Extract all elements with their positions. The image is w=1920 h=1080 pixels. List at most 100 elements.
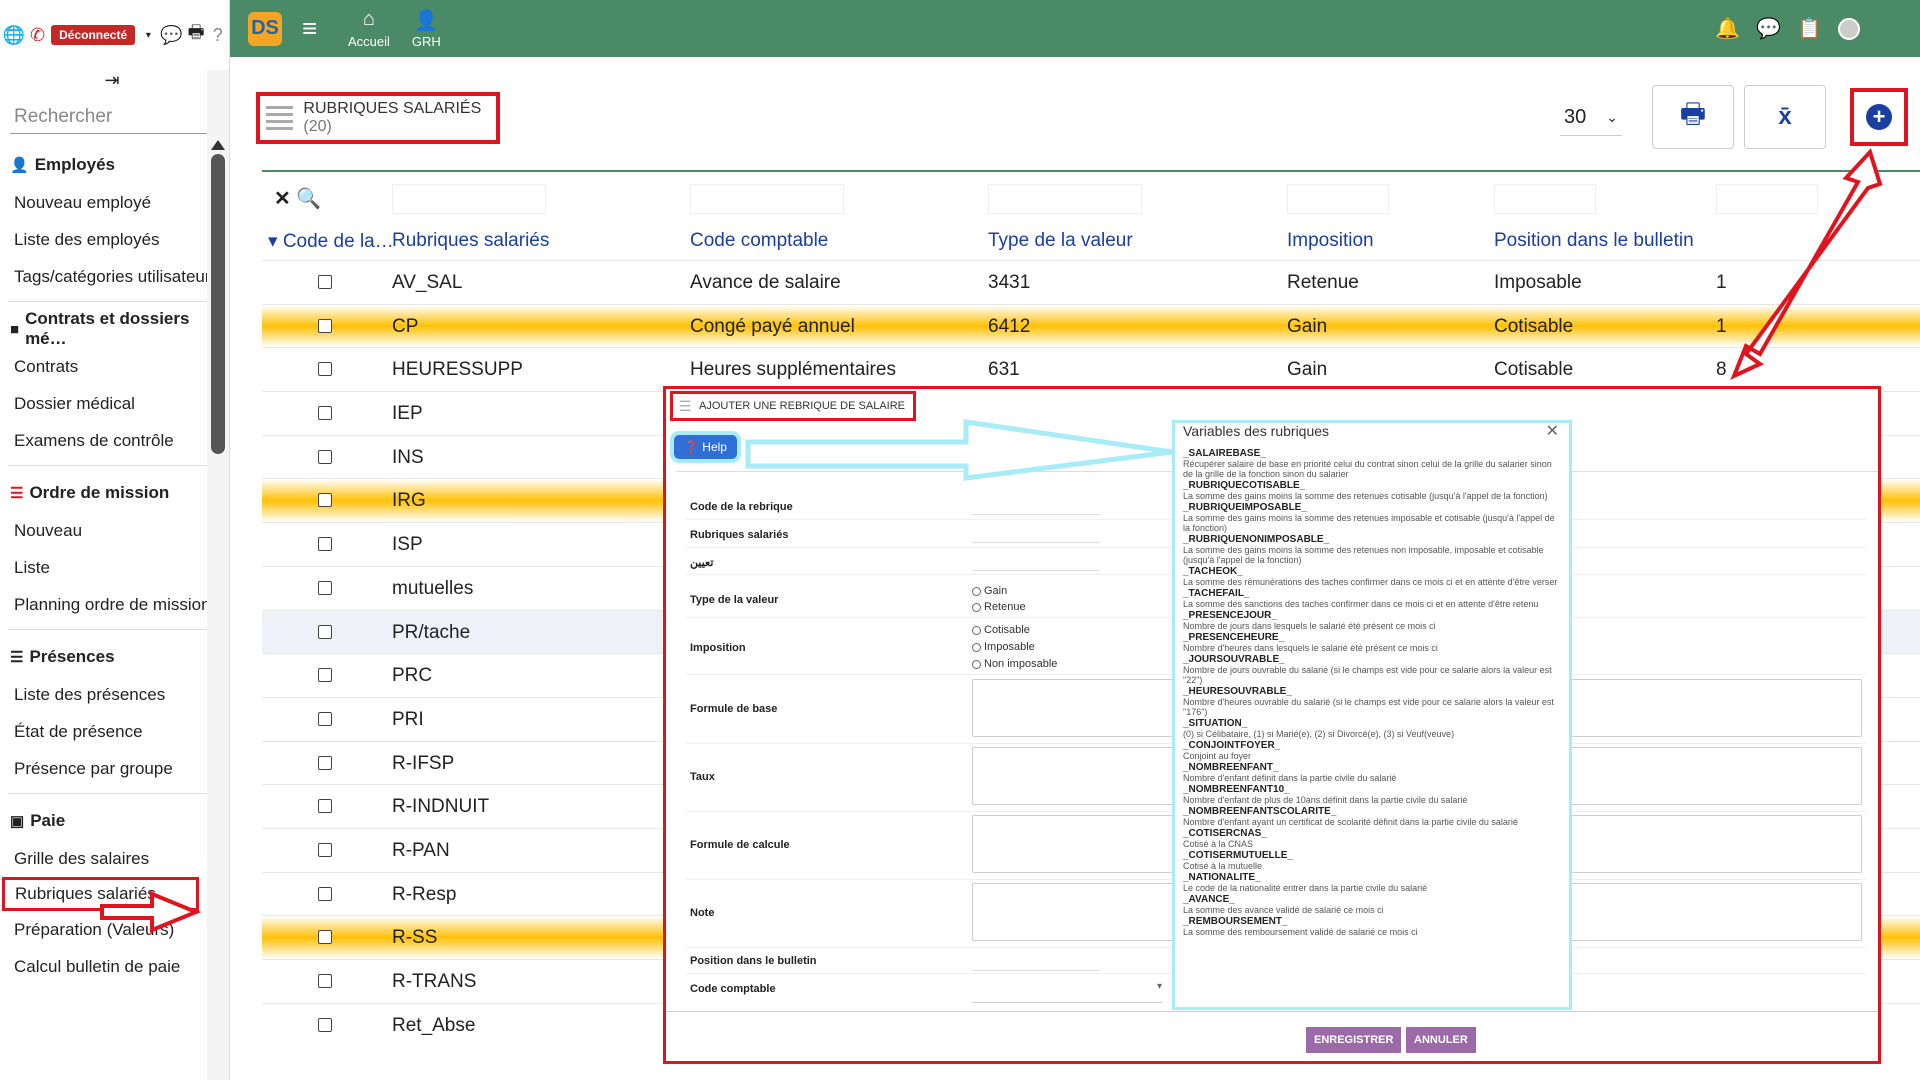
sidebar-section[interactable]: ■ Contrats et dossiers mé… (0, 308, 229, 348)
radio-non-imposable[interactable]: Non imposable (972, 658, 1057, 670)
filter-type-input[interactable] (988, 184, 1142, 214)
rubrique-input[interactable] (972, 519, 1100, 543)
sidebar-item[interactable]: Nouveau employé (0, 184, 229, 221)
filter-extra-input[interactable] (1716, 184, 1818, 214)
close-icon[interactable]: ✕ (1546, 423, 1559, 441)
radio-cotisable[interactable]: Cotisable (972, 624, 1030, 636)
sidebar-item[interactable]: Liste (0, 549, 229, 586)
code-comptable-select[interactable]: ▾ (972, 981, 1162, 1003)
whatsapp-icon[interactable]: ✆ (30, 25, 45, 45)
help-icon[interactable]: ? (211, 25, 225, 45)
filter-imposition-input[interactable] (1287, 184, 1389, 214)
col-type[interactable]: Type de la valeur (988, 230, 1133, 252)
row-checkbox[interactable] (318, 711, 332, 726)
status-badge[interactable]: Déconnecté (51, 25, 136, 45)
search-select[interactable]: Rechercher ▼ (10, 100, 221, 134)
variable-name[interactable]: _NOMBREENFANT_ (1183, 763, 1561, 773)
variable-name[interactable]: _AVANCE_ (1183, 895, 1561, 905)
col-code[interactable]: ▾ Code de la… (268, 230, 394, 253)
save-button[interactable]: ENREGISTRER (1306, 1027, 1402, 1053)
variable-name[interactable]: _COTISERMUTUELLE_ (1183, 851, 1561, 861)
chat-icon[interactable]: 💬 (1756, 16, 1781, 41)
variable-name[interactable]: _COTISERCNAS_ (1183, 829, 1561, 839)
print-icon[interactable]: 🖶 (188, 22, 205, 45)
sidebar-item[interactable]: Examens de contrôle (0, 422, 229, 459)
col-imposition[interactable]: Imposition (1287, 230, 1374, 252)
sidebar-section[interactable]: ☰ Ordre de mission (0, 472, 229, 512)
menu-toggle-icon[interactable]: ≡ (302, 13, 326, 44)
variable-name[interactable]: _RUBRIQUENONIMPOSABLE_ (1183, 535, 1561, 545)
col-position[interactable]: Position dans le bulletin (1494, 230, 1694, 252)
table-row[interactable]: HEURESSUPP Heures supplémentaires 631 Gain C… (262, 347, 1920, 391)
variable-name[interactable]: _JOURSOUVRABLE_ (1183, 655, 1561, 665)
nav-grh[interactable]: 👤 GRH (412, 8, 441, 49)
row-checkbox[interactable] (318, 580, 332, 595)
clear-search-icon[interactable]: ✕ 🔍 (274, 186, 321, 211)
col-rubrique[interactable]: Rubriques salariés (392, 230, 549, 252)
sidebar-scrollbar[interactable] (207, 70, 229, 1080)
filter-rubrique-input[interactable] (392, 184, 546, 214)
sidebar-item[interactable]: Calcul bulletin de paie (0, 948, 229, 985)
sidebar-item[interactable]: Grille des salaires (0, 840, 229, 877)
bell-icon[interactable]: 🔔 (1715, 16, 1740, 41)
variable-name[interactable]: _RUBRIQUECOTISABLE_ (1183, 481, 1561, 491)
sidebar-item[interactable]: Présence par groupe (0, 750, 229, 787)
radio-retenue[interactable]: Retenue (972, 601, 1026, 613)
sidebar-item[interactable]: Planning ordre de mission (0, 586, 229, 623)
row-checkbox[interactable] (318, 275, 332, 289)
position-input[interactable] (972, 947, 1100, 971)
table-row[interactable]: CP Congé payé annuel 6412 Gain Cotisable 1 (262, 303, 1920, 348)
chevron-down-icon[interactable]: ▾ (141, 25, 155, 45)
sidebar-item[interactable]: État de présence (0, 713, 229, 750)
variable-name[interactable]: _SALAIREBASE_ (1183, 449, 1561, 459)
variable-name[interactable]: _NOMBREENFANTSCOLARITE_ (1183, 807, 1561, 817)
arabic-input[interactable] (972, 547, 1100, 571)
col-compte[interactable]: Code comptable (690, 230, 828, 252)
variable-name[interactable]: _REMBOURSEMENT_ (1183, 917, 1561, 927)
row-checkbox[interactable] (318, 537, 332, 552)
radio-gain[interactable]: Gain (972, 585, 1007, 597)
sidebar-item[interactable]: Liste des employés (0, 221, 229, 258)
row-checkbox[interactable] (318, 668, 332, 683)
export-excel-button[interactable]: x̄ (1744, 85, 1826, 149)
cancel-button[interactable]: ANNULER (1406, 1027, 1476, 1053)
sidebar-item[interactable]: Dossier médical (0, 385, 229, 422)
filter-position-input[interactable] (1494, 184, 1596, 214)
row-checkbox[interactable] (318, 930, 332, 945)
variable-name[interactable]: _HEURESOUVRABLE_ (1183, 687, 1561, 697)
scrollbar-thumb[interactable] (211, 154, 225, 454)
app-logo[interactable]: DS (248, 11, 282, 46)
row-checkbox[interactable] (318, 624, 332, 639)
sidebar-item[interactable]: Tags/catégories utilisateurs (0, 258, 229, 295)
row-checkbox[interactable] (318, 974, 332, 988)
row-checkbox[interactable] (318, 842, 332, 857)
nav-accueil[interactable]: ⌂ Accueil (348, 8, 390, 49)
scroll-up-icon[interactable] (211, 140, 225, 150)
variable-name[interactable]: _TACHEOK_ (1183, 567, 1561, 577)
variable-name[interactable]: _TACHEFAIL_ (1183, 589, 1561, 599)
row-checkbox[interactable] (318, 886, 332, 901)
clipboard-icon[interactable]: 📋 (1797, 16, 1822, 41)
avatar[interactable] (1838, 17, 1860, 40)
sidebar-section[interactable]: 👤 Employés (0, 144, 229, 184)
variable-name[interactable]: _NOMBREENFANT10_ (1183, 785, 1561, 795)
variable-name[interactable]: _CONJOINTFOYER_ (1183, 741, 1561, 751)
row-checkbox[interactable] (318, 1017, 332, 1032)
variable-name[interactable]: _NATIONALITE_ (1183, 873, 1561, 883)
row-checkbox[interactable] (318, 406, 332, 421)
print-button[interactable]: 🖶 (1652, 85, 1734, 149)
sidebar-section[interactable]: ▣ Paie (0, 800, 229, 840)
help-button[interactable]: ❓ Help (674, 435, 737, 459)
radio-imposable[interactable]: Imposable (972, 641, 1035, 653)
code-input[interactable] (972, 491, 1100, 515)
table-row[interactable]: AV_SAL Avance de salaire 3431 Retenue Imposa… (262, 260, 1920, 304)
row-checkbox[interactable] (318, 449, 332, 464)
sidebar-item[interactable]: Contrats (0, 348, 229, 385)
chat-icon[interactable]: 💬 (160, 25, 182, 45)
row-checkbox[interactable] (318, 362, 332, 377)
sidebar-item[interactable]: Rubriques salariés (2, 877, 199, 911)
variable-name[interactable]: _PRESENCEHEURE_ (1183, 633, 1561, 643)
row-checkbox[interactable] (318, 493, 332, 508)
add-button[interactable]: + (1850, 88, 1908, 146)
row-checkbox[interactable] (318, 755, 332, 770)
